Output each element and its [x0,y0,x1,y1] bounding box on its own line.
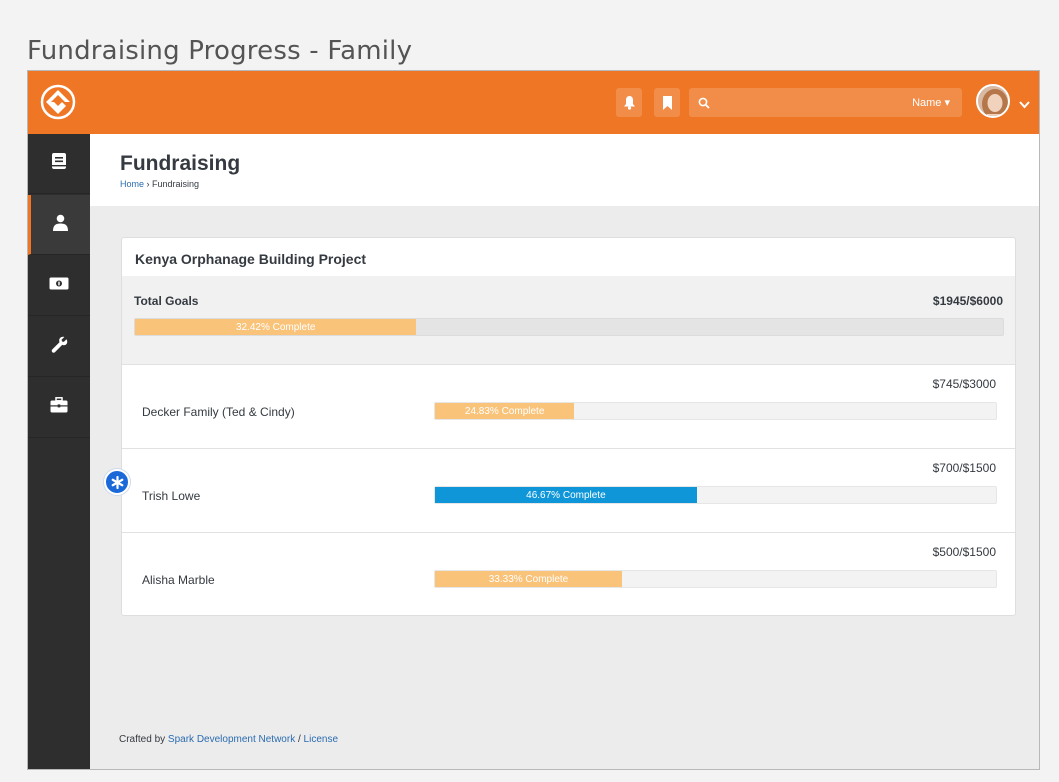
briefcase-icon [50,397,68,418]
total-goals-label: Total Goals [134,294,199,308]
total-progress-bar: 32.42% Complete [134,318,1004,336]
page-header: Fundraising Home › Fundraising [90,134,1039,206]
list-item: $745/$3000 Decker Family (Ted & Cindy) 2… [122,364,1015,448]
row-progress-fill: 46.67% Complete [435,487,697,503]
list-item: $500/$1500 Alisha Marble 33.33% Complete [122,532,1015,616]
app-window: Name ▾ Fundraising Home › Fundraising Ke… [27,70,1040,770]
rock-logo-icon[interactable] [40,84,76,120]
sidebar-item-admin[interactable] [28,378,90,438]
panel-title: Kenya Orphanage Building Project [135,251,367,267]
person-icon [52,214,69,236]
row-progress-bar: 33.33% Complete [434,570,997,588]
wrench-icon [51,336,68,358]
total-goals-amount: $1945/$6000 [932,294,1003,308]
fundraising-panel: Kenya Orphanage Building Project Total G… [121,237,1016,616]
money-icon [49,277,69,295]
search-filter-dropdown[interactable]: Name ▾ [912,96,950,109]
total-goals-section: Total Goals $1945/$6000 32.42% Complete [122,276,1015,364]
row-name: Alisha Marble [142,573,215,587]
search-input[interactable]: Name ▾ [689,88,962,117]
breadcrumb: Home › Fundraising [120,179,199,189]
row-progress-fill: 33.33% Complete [435,571,622,587]
chevron-down-icon[interactable] [1019,96,1030,114]
asterisk-badge-icon [104,469,130,495]
row-progress-fill: 24.83% Complete [435,403,575,419]
top-navbar: Name ▾ [28,71,1039,134]
sidebar-item-book[interactable] [28,134,90,194]
row-amount: $745/$3000 [932,377,996,391]
footer-prefix: Crafted by [119,734,168,745]
search-icon [698,96,710,114]
page-title: Fundraising [120,152,241,175]
footer-separator: / [295,734,304,745]
book-icon [51,152,67,175]
document-title: Fundraising Progress - Family [27,36,413,66]
bookmark-icon[interactable] [654,88,680,117]
footer: Crafted by Spark Development Network / L… [119,734,338,745]
row-progress-bar: 46.67% Complete [434,486,997,504]
row-progress-bar: 24.83% Complete [434,402,997,420]
row-amount: $700/$1500 [932,461,996,475]
total-progress-fill: 32.42% Complete [135,319,417,335]
sidebar-item-people[interactable] [28,195,90,255]
row-amount: $500/$1500 [932,545,996,559]
sidebar-item-tools[interactable] [28,317,90,377]
sidebar [28,134,90,769]
row-name: Decker Family (Ted & Cindy) [142,405,295,419]
sidebar-item-finance[interactable] [28,256,90,316]
list-item: $700/$1500 Trish Lowe 46.67% Complete [122,448,1015,532]
row-name: Trish Lowe [142,489,201,503]
notification-bell-icon[interactable] [616,88,642,117]
footer-license-link[interactable]: License [304,734,338,745]
breadcrumb-home-link[interactable]: Home [120,179,144,189]
breadcrumb-current: Fundraising [152,179,200,189]
avatar[interactable] [976,84,1010,118]
footer-org-link[interactable]: Spark Development Network [168,734,295,745]
breadcrumb-separator: › [144,179,153,189]
